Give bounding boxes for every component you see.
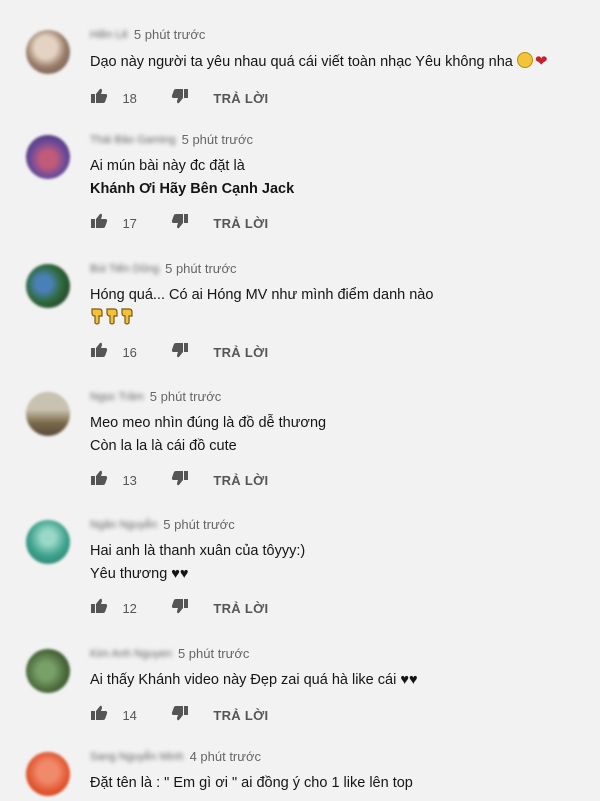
avatar[interactable] [26, 649, 70, 693]
avatar[interactable] [26, 30, 70, 74]
comment-author[interactable]: Thái Bảo Gaming [90, 134, 176, 146]
laughing-emoji-icon [516, 52, 533, 68]
comment-actions: 14 TRẢ LỜI [90, 705, 268, 727]
avatar[interactable] [26, 392, 70, 436]
thumbs-up-icon[interactable] [90, 705, 108, 726]
comment-actions: 12 TRẢ LỜI [90, 598, 268, 620]
heart-emoji-icon: ❤ [534, 53, 548, 70]
comment-actions: 16 TRẢ LỜI [90, 342, 268, 364]
like-count: 18 [122, 91, 137, 106]
thumbs-down-icon[interactable] [171, 470, 189, 491]
comment-text: Đặt tên là : " Em gì ơi " ai đồng ý cho … [90, 772, 590, 795]
comment-text-line: Dạo này người ta yêu nhau quá cái viết t… [90, 54, 513, 70]
comment-text-line: Khánh Ơi Hãy Bên Cạnh Jack [90, 181, 295, 197]
avatar[interactable] [26, 752, 70, 796]
avatar[interactable] [26, 135, 70, 179]
comment-text: Hai anh là thanh xuân của tôyyy:) Yêu th… [90, 540, 590, 586]
comment-text: Meo meo nhìn đúng là đồ dễ thương Còn la… [90, 412, 590, 458]
comment-text: Ai thấy Khánh video này Đẹp zai quá hà l… [90, 669, 590, 692]
thumbs-up-icon[interactable] [90, 598, 108, 619]
comment-text-line: Còn la la là cái đồ cute [90, 438, 237, 454]
thumbs-up-icon[interactable] [90, 470, 108, 491]
comment-actions: 18 TRẢ LỜI [90, 88, 268, 110]
avatar[interactable] [26, 264, 70, 308]
comment-author[interactable]: Ngọc Trâm [90, 391, 144, 403]
comment-author[interactable]: Ngân Nguyễn [90, 519, 157, 531]
comment-actions: 13 TRẢ LỜI [90, 470, 268, 492]
like-count: 14 [122, 708, 137, 723]
comment-text: Hóng quá... Có ai Hóng MV như mình điểm … [90, 284, 590, 333]
comment-author[interactable]: Bùi Tiến Dũng [90, 263, 159, 275]
comment-text-line: Meo meo nhìn đúng là đồ dễ thương [90, 415, 327, 431]
comment-timestamp[interactable]: 5 phút trước [178, 646, 249, 661]
thumbs-down-icon[interactable] [171, 88, 189, 109]
thumbs-up-icon[interactable] [90, 342, 108, 363]
comment-text-line: Yêu thương ♥♥ [90, 566, 189, 582]
comment-timestamp[interactable]: 5 phút trước [134, 27, 205, 42]
thumbs-down-icon[interactable] [171, 213, 189, 234]
pointing-emoji-row [90, 307, 590, 333]
reply-button[interactable]: TRẢ LỜI [213, 91, 268, 106]
like-count: 13 [122, 473, 137, 488]
reply-button[interactable]: TRẢ LỜI [213, 216, 268, 231]
comment-timestamp[interactable]: 5 phút trước [163, 517, 234, 532]
thumbs-down-icon[interactable] [171, 342, 189, 363]
reply-button[interactable]: TRẢ LỜI [213, 601, 268, 616]
comment-author[interactable]: Hiền Lê [90, 29, 128, 41]
reply-button[interactable]: TRẢ LỜI [213, 708, 268, 723]
comment-actions: 17 TRẢ LỜI [90, 213, 268, 235]
comment-timestamp[interactable]: 5 phút trước [165, 261, 236, 276]
comment-timestamp[interactable]: 5 phút trước [150, 389, 221, 404]
reply-button[interactable]: TRẢ LỜI [213, 345, 268, 360]
comment-timestamp[interactable]: 4 phút trước [190, 749, 261, 764]
comment-author[interactable]: Kim Anh Nguyen [90, 648, 172, 660]
thumbs-down-icon[interactable] [171, 705, 189, 726]
thumbs-up-icon[interactable] [90, 213, 108, 234]
comment-text: Ai mún bài này đc đặt là Khánh Ơi Hãy Bê… [90, 155, 590, 201]
like-count: 16 [122, 345, 137, 360]
like-count: 17 [122, 216, 137, 231]
pointing-down-emoji-icon [105, 307, 119, 333]
thumbs-up-icon[interactable] [90, 88, 108, 109]
comment-list: Hiền Lê 5 phút trước Dạo này người ta yêu… [0, 0, 600, 801]
like-count: 12 [122, 601, 137, 616]
comment-timestamp[interactable]: 5 phút trước [182, 132, 253, 147]
thumbs-down-icon[interactable] [171, 598, 189, 619]
pointing-down-emoji-icon [90, 307, 104, 333]
comment-text-line: Ai thấy Khánh video này Đẹp zai quá hà l… [90, 672, 418, 688]
comment-text-line: Hóng quá... Có ai Hóng MV như mình điểm … [90, 287, 434, 303]
comment-text: Dạo này người ta yêu nhau quá cái viết t… [90, 50, 590, 74]
comment-text-line: Ai mún bài này đc đặt là [90, 158, 245, 174]
reply-button[interactable]: TRẢ LỜI [213, 473, 268, 488]
comment-author[interactable]: Sang Nguyễn Minh [90, 751, 184, 763]
comment-text-line: Hai anh là thanh xuân của tôyyy:) [90, 543, 306, 559]
comment-text-line: Đặt tên là : " Em gì ơi " ai đồng ý cho … [90, 775, 413, 791]
pointing-down-emoji-icon [120, 307, 134, 333]
avatar[interactable] [26, 520, 70, 564]
